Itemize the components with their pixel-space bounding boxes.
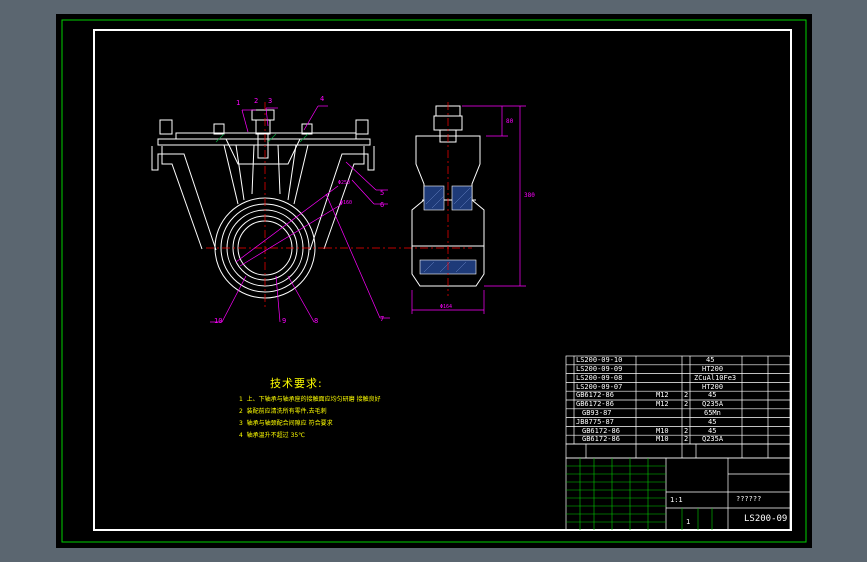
note-text: 上、下轴承与轴承座的接触面应均匀研磨 接触良好 (246, 396, 381, 403)
balloon-2: 2 (254, 97, 259, 105)
bom-material: HT200 (702, 365, 724, 373)
bom-material: HT200 (702, 383, 724, 391)
bom-material: 45 (708, 427, 717, 435)
bom-material: 45 (706, 356, 715, 364)
bom-qty: 2 (684, 400, 689, 408)
bom-code: LS200-09-08 (576, 374, 623, 382)
title-block-part-name: ?????? (736, 495, 762, 503)
bom-material: ZCuAl10Fe3 (694, 374, 737, 382)
note-number: 3 (239, 420, 243, 427)
drawing-frame (93, 29, 792, 531)
bom-code: JB8775-87 (576, 418, 614, 426)
bom-code: LS200-09-10 (576, 356, 623, 364)
balloon-7: 7 (380, 315, 385, 323)
dim-radial-1: Φ250 (338, 180, 351, 186)
drawing-sheet (61, 19, 807, 543)
note-number: 4 (239, 432, 243, 439)
bom-name: M12 (656, 391, 669, 399)
bom-header (565, 443, 791, 459)
bom-code: GB93-87 (582, 409, 612, 417)
bom-material: Q235A (702, 400, 724, 408)
balloon-4: 4 (320, 95, 325, 103)
balloon-10: 10 (214, 317, 223, 325)
dim-overall-height: 380 (524, 192, 535, 199)
bom-name: M12 (656, 400, 669, 408)
bom-qty: 2 (684, 391, 689, 399)
bom-material: 45 (708, 391, 717, 399)
bom-name: M10 (656, 435, 669, 443)
balloon-9: 9 (282, 317, 287, 325)
note-number: 1 (239, 396, 243, 403)
dim-bottom-width: Φ164 (440, 304, 453, 310)
bom-code: GB6172-86 (576, 400, 614, 408)
outer-border (61, 19, 807, 543)
note-text: 轴承与轴颈配合间隙应 符合要求 (246, 420, 333, 427)
technical-requirements-title: 技术要求: (270, 377, 323, 390)
bom-material: 45 (708, 418, 717, 426)
front-view-hatch (215, 133, 309, 143)
balloon-3: 3 (268, 97, 273, 105)
bom-material: 65Mn (704, 409, 721, 417)
bom-code: GB6172-86 (582, 435, 620, 443)
balloon-8: 8 (314, 317, 319, 325)
balloon-5: 5 (380, 189, 385, 197)
title-block-sheet: 1 (686, 518, 691, 526)
note-number: 2 (239, 408, 243, 415)
bom-material: Q235A (702, 435, 724, 443)
note-3: 3 轴承与轴颈配合间隙应 符合要求 (239, 418, 333, 427)
side-view (411, 105, 485, 287)
bom-qty: 2 (684, 435, 689, 443)
bom-code: LS200-09-09 (576, 365, 623, 373)
cad-viewport[interactable]: 1 2 3 4 5 6 7 8 9 10 80 380 Φ164 Φ250 Φ1… (56, 14, 812, 548)
bom-name: M10 (656, 427, 669, 435)
note-text: 装配前应清洗所有零件,去毛刺 (246, 408, 327, 415)
bom-qty: 2 (684, 427, 689, 435)
balloon-1: 1 (236, 99, 241, 107)
bom-code: LS200-09-07 (576, 383, 623, 391)
bom-code: GB6172-86 (576, 391, 614, 399)
title-block-drawing-number: LS200-09 (744, 514, 788, 524)
note-text: 轴承温升不超过 35℃ (246, 432, 305, 439)
bom-code: GB6172-86 (582, 427, 620, 435)
note-2: 2 装配前应清洗所有零件,去毛刺 (239, 406, 327, 415)
note-1: 1 上、下轴承与轴承座的接触面应均匀研磨 接触良好 (239, 394, 381, 403)
note-4: 4 轴承温升不超过 35℃ (239, 430, 305, 439)
balloon-6: 6 (380, 201, 385, 209)
dim-top: 80 (506, 118, 514, 125)
dim-radial-2: Φ160 (340, 200, 353, 206)
title-block-scale: 1:1 (670, 496, 683, 504)
